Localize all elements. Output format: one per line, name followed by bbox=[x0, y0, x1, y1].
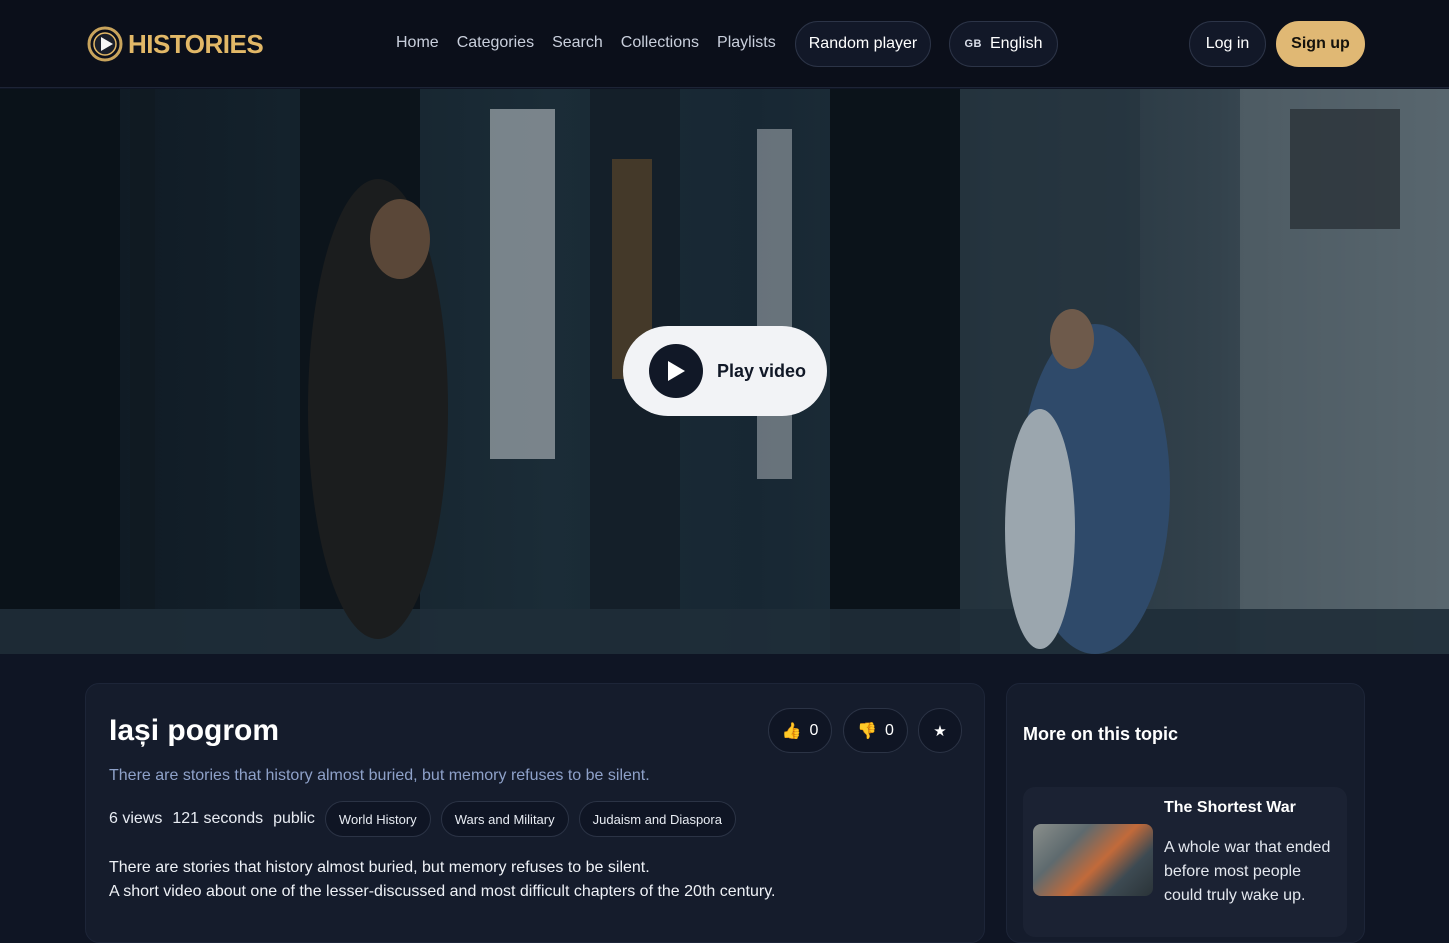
view-count: 6 views bbox=[109, 810, 163, 827]
video-description: There are stories that history almost bu… bbox=[109, 856, 775, 904]
nav-playlists[interactable]: Playlists bbox=[717, 32, 776, 54]
language-flag-code: GB bbox=[964, 38, 982, 50]
nav-home[interactable]: Home bbox=[396, 32, 439, 54]
nav-categories[interactable]: Categories bbox=[457, 32, 534, 54]
related-title[interactable]: The Shortest War bbox=[1164, 799, 1296, 817]
like-count: 0 bbox=[809, 721, 819, 739]
video-info-card: Iași pogrom 👍 0 👎 0 ★ There are stories … bbox=[85, 683, 985, 943]
thumbs-down-icon: 👎 bbox=[857, 722, 877, 740]
video-duration: 121 seconds bbox=[172, 810, 264, 827]
tag-judaism-diaspora[interactable]: Judaism and Diaspora bbox=[578, 801, 736, 837]
play-icon bbox=[649, 344, 703, 398]
brand-name: HISTORIES bbox=[128, 28, 264, 59]
video-poster[interactable]: Play video bbox=[0, 89, 1449, 654]
favorite-button[interactable]: ★ bbox=[918, 708, 962, 753]
dislike-button[interactable]: 👎 0 bbox=[843, 708, 908, 753]
brand-logo[interactable]: HISTORIES bbox=[86, 25, 264, 63]
related-thumbnail[interactable] bbox=[1033, 824, 1153, 896]
related-description: A whole war that ended before most peopl… bbox=[1164, 839, 1331, 904]
description-line: There are stories that history almost bu… bbox=[109, 859, 650, 876]
description-line: A short video about one of the lesser-di… bbox=[109, 883, 776, 900]
main-nav: Home Categories Search Collections Playl… bbox=[396, 32, 794, 54]
related-item[interactable]: The Shortest War A whole war that ended … bbox=[1023, 787, 1347, 937]
thumbs-up-icon: 👍 bbox=[781, 722, 802, 740]
tag-world-history[interactable]: World History bbox=[324, 801, 431, 837]
related-card: More on this topic The Shortest War A wh… bbox=[1006, 683, 1365, 943]
video-meta: 6 views 121 seconds public World History… bbox=[109, 801, 746, 837]
random-player-button[interactable]: Random player bbox=[795, 21, 931, 67]
video-title: Iași pogrom bbox=[109, 714, 280, 747]
site-header: HISTORIES Home Categories Search Collect… bbox=[0, 0, 1449, 88]
nav-search[interactable]: Search bbox=[552, 32, 603, 54]
logo-play-icon bbox=[87, 26, 123, 62]
related-heading: More on this topic bbox=[1023, 724, 1178, 744]
language-label: English bbox=[990, 35, 1043, 52]
nav-collections[interactable]: Collections bbox=[621, 32, 699, 54]
dislike-count: 0 bbox=[885, 721, 894, 739]
tag-wars-military[interactable]: Wars and Military bbox=[440, 801, 569, 837]
play-video-label: Play video bbox=[717, 360, 807, 381]
video-subtitle: There are stories that history almost bu… bbox=[109, 767, 650, 784]
signup-button[interactable]: Sign up bbox=[1276, 21, 1365, 67]
play-video-button[interactable]: Play video bbox=[623, 326, 827, 416]
star-icon: ★ bbox=[933, 722, 947, 740]
language-selector[interactable]: GB English bbox=[949, 21, 1058, 67]
login-button[interactable]: Log in bbox=[1189, 21, 1266, 67]
like-button[interactable]: 👍 0 bbox=[768, 708, 832, 753]
video-visibility: public bbox=[273, 810, 315, 827]
